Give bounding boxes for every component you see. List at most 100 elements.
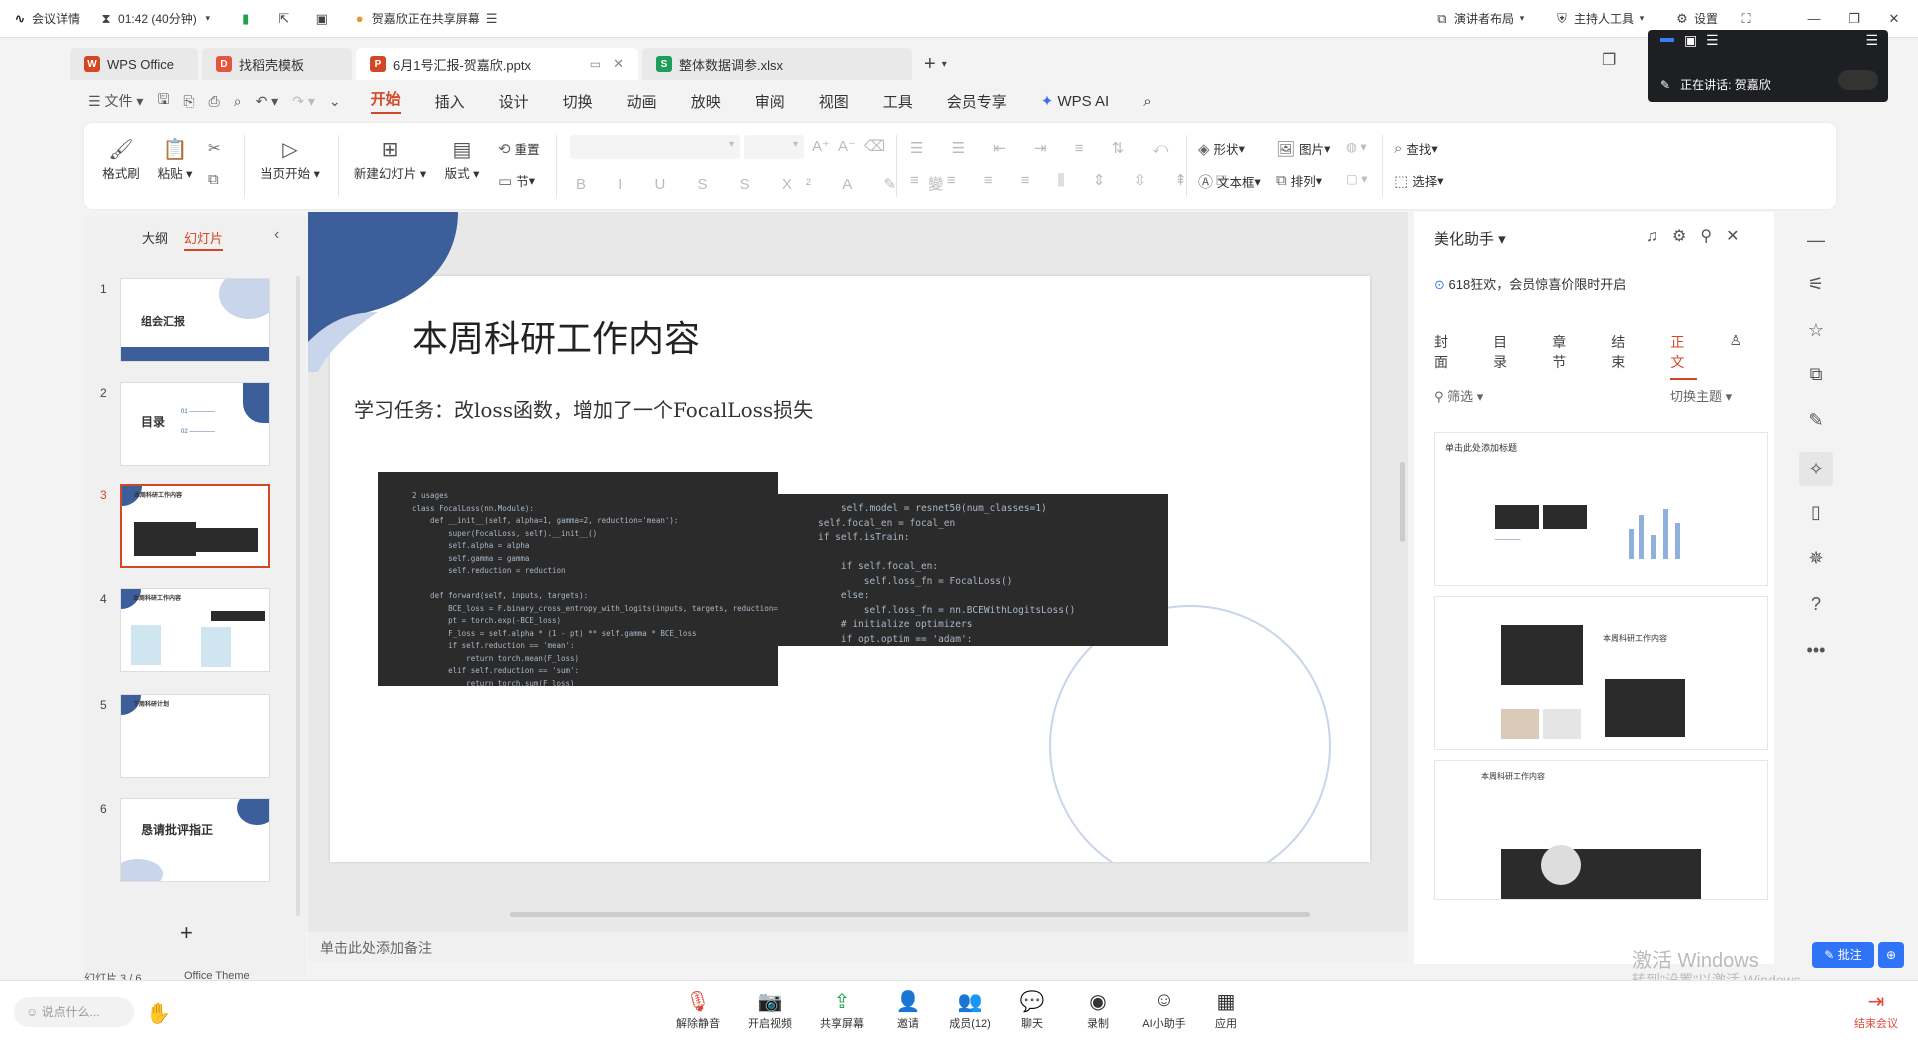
undo-icon[interactable]: ↶ ▾ (256, 93, 279, 110)
panel-header-icons[interactable]: ♫⚙⚲✕ (1646, 226, 1753, 246)
tab-chapter[interactable]: 章节 (1552, 332, 1579, 380)
picture-button[interactable]: 🖼 图片 ▾ (1276, 139, 1330, 158)
apps-button[interactable]: ▦ 应用 (1196, 989, 1256, 1031)
copy-layout-icon[interactable]: ⧉ (1804, 362, 1828, 386)
collapse-panel-icon[interactable]: ‹ (274, 226, 279, 244)
more-quick-access-icon[interactable]: ⌄ (329, 93, 341, 110)
export-icon[interactable]: ⎘ (183, 93, 194, 110)
vertical-scrollbar[interactable] (1398, 212, 1408, 912)
menu-member[interactable]: 会员专享 (947, 91, 1007, 112)
code-screenshot-right[interactable]: self.model = resnet50(num_classes=1) sel… (778, 494, 1168, 646)
new-tab-button[interactable]: + ▾ (924, 48, 947, 80)
slide-thumb-3[interactable]: 本周科研工作内容 (120, 484, 270, 568)
save-icon[interactable]: 🖫 (157, 89, 169, 113)
restore-button[interactable]: ❐ (1846, 11, 1866, 27)
magic-icon[interactable]: ✵ (1804, 546, 1828, 570)
raise-hand-icon[interactable]: ✋ (146, 1001, 171, 1026)
menu-tools[interactable]: 工具 (883, 91, 913, 112)
chat-button[interactable]: 💬 聊天 (1002, 989, 1062, 1031)
filter-button[interactable]: ⚲ 筛选 ▾ (1434, 386, 1483, 405)
edit-icon[interactable]: ✎ (1804, 408, 1828, 432)
tab-toc[interactable]: 目录 (1493, 332, 1520, 380)
print-icon[interactable]: ⎙ (209, 93, 220, 110)
adjust-icon[interactable]: ⚟ (1804, 272, 1828, 296)
select-button[interactable]: ⬚ 选择 ▾ (1394, 171, 1443, 190)
paste-button[interactable]: 📋 粘贴 ▾ (152, 137, 198, 182)
comment-button[interactable]: ✎ 批注 (1812, 942, 1874, 968)
pin-icon[interactable]: ⚲ (1700, 228, 1726, 245)
current-slide[interactable]: 本周科研工作内容 学习任务：改loss函数，增加了一个FocalLoss损失 2… (330, 276, 1370, 862)
font-shrink-icon[interactable]: A⁻ (838, 137, 856, 155)
menu-review[interactable]: 审阅 (755, 91, 785, 112)
slide-subtitle[interactable]: 学习任务：改loss函数，增加了一个FocalLoss损失 (354, 394, 813, 423)
clear-format-icon[interactable]: ⌫ (864, 137, 885, 155)
tab-slides[interactable]: 幻灯片 (184, 228, 224, 251)
monitor-icon[interactable]: ▭ (590, 57, 601, 71)
share-screen-button[interactable]: ⇪ 共享屏幕 (812, 989, 872, 1031)
find-button[interactable]: ⌕ 查找 ▾ (1394, 139, 1438, 158)
template-card-1[interactable]: 单击此处添加标题 ────── (1434, 432, 1768, 586)
layout-button[interactable]: ▤ 版式 ▾ (440, 137, 484, 182)
add-slide-button[interactable]: + (180, 920, 193, 946)
play-current-button[interactable]: ▷ 当页开始 ▾ (252, 137, 328, 182)
paragraph-icons-top[interactable]: ☰ ☰ ⇤ ⇥ ≡ ⇅ ⤺ (910, 139, 1180, 157)
text-style-icons[interactable]: B I U S S X² A ✎ 變 (576, 173, 957, 194)
tab-pptx[interactable]: P 6月1号汇报-贺嘉欣.pptx ▭ ✕ (356, 48, 638, 80)
close-button[interactable]: ✕ (1886, 11, 1906, 27)
tab-xlsx[interactable]: S 整体数据调参.xlsx (642, 48, 912, 80)
cut-icon[interactable]: ✂ (208, 139, 225, 157)
file-menu[interactable]: ☰ 文件 ▾ (88, 91, 143, 111)
fill-icon[interactable]: ◍ ▾ (1346, 139, 1367, 154)
paragraph-icons-bottom[interactable]: ≡ ≡ ≡ ≡ ⫼ ⇕ ⇳ ⇞ ⊟ (910, 171, 1240, 189)
arrange-button[interactable]: ⧉ 排列 ▾ (1276, 171, 1322, 190)
notes-icon[interactable]: ▣ (314, 11, 334, 27)
code-screenshot-left[interactable]: 2 usages class FocalLoss(nn.Module): def… (378, 472, 778, 686)
redo-icon[interactable]: ↷ ▾ (292, 93, 315, 110)
minimize-panel-icon[interactable]: — (1804, 228, 1828, 252)
sharing-notice[interactable]: ● 贺嘉欣正在共享屏幕 ☰ (352, 10, 504, 27)
slide-thumb-2[interactable]: 目录 01 ────── 02 ────── (120, 382, 270, 466)
record-button[interactable]: ◉ 录制 (1068, 989, 1128, 1031)
unmute-button[interactable]: 🎙 解除静音 (668, 989, 728, 1031)
say-something-input[interactable]: ☺ 说点什么... (14, 997, 134, 1027)
menu-wps-ai[interactable]: ✦ WPS AI (1041, 92, 1109, 110)
notes-area[interactable]: 单击此处添加备注 (308, 932, 1408, 962)
members-button[interactable]: 👥 成员(12) (940, 989, 1000, 1031)
new-slide-button[interactable]: ⊞ 新建幻灯片 ▾ (348, 137, 432, 182)
outline-icon[interactable]: ▢ ▾ (1346, 171, 1368, 186)
minimize-button[interactable]: — (1806, 11, 1826, 27)
start-video-button[interactable]: 📷 开启视频 (740, 989, 800, 1031)
menu-insert[interactable]: 插入 (435, 91, 465, 112)
window-icon[interactable]: ▣ (1684, 32, 1697, 49)
menu-slideshow[interactable]: 放映 (691, 91, 721, 112)
reset-button[interactable]: ⟲ 重置 (498, 139, 540, 158)
help-icon[interactable]: ? (1804, 592, 1828, 616)
font-family-select[interactable]: ▾ (570, 135, 740, 159)
horizontal-scrollbar[interactable] (510, 912, 1310, 917)
font-grow-icon[interactable]: A⁺ (812, 137, 830, 155)
presenter-layout-button[interactable]: ⧉ 演讲者布局 ▾ (1434, 10, 1534, 27)
tab-body[interactable]: 正文 (1670, 332, 1698, 380)
star-icon[interactable]: ☆ (1804, 318, 1828, 342)
settings-button[interactable]: ⚙ 设置 (1674, 10, 1718, 27)
textbox-button[interactable]: Ⓐ 文本框 ▾ (1198, 171, 1261, 192)
window-layout-icon[interactable]: ❐ (1602, 50, 1616, 70)
signal-icon[interactable]: ▮ (238, 11, 258, 27)
tab-end[interactable]: 结束 (1611, 332, 1638, 380)
slide-thumb-6[interactable]: 恳请批评指正 (120, 798, 270, 882)
copy-icon[interactable]: ⧉ (208, 171, 223, 188)
tab-cover[interactable]: 封面 (1434, 332, 1461, 380)
beautify-icon[interactable]: ✧ (1799, 452, 1833, 486)
template-card-3[interactable]: 本周科研工作内容 (1434, 760, 1768, 900)
menu-home[interactable]: 开始 (370, 88, 401, 114)
promo-banner[interactable]: ⊙ 618狂欢，会员惊喜价限时开启 (1434, 274, 1626, 293)
list-icon[interactable]: ☰ (1706, 32, 1719, 49)
tab-outline[interactable]: 大纲 (142, 228, 168, 247)
book-icon[interactable]: ▯ (1804, 500, 1828, 524)
template-card-2[interactable]: 本周科研工作内容 (1434, 596, 1768, 750)
close-icon[interactable]: ✕ (1726, 228, 1753, 245)
slide-thumb-5[interactable]: 下周科研计划 (120, 694, 270, 778)
print-preview-icon[interactable]: ⌕ (234, 93, 242, 110)
meeting-timer[interactable]: ⧗ 01:42 (40分钟) ▾ (98, 10, 220, 27)
zoom-icon[interactable]: ⊕ (1878, 942, 1904, 968)
